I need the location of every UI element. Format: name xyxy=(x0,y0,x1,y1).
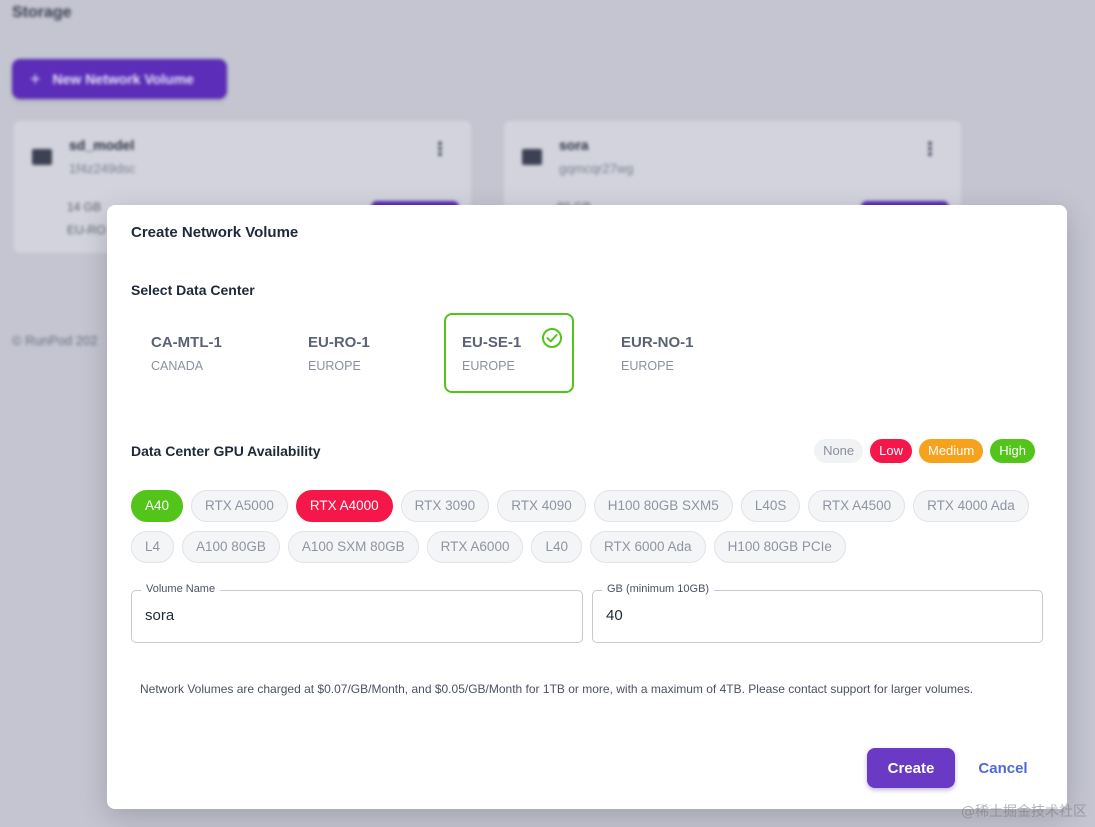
new-network-volume-button[interactable]: + New Network Volume xyxy=(12,59,227,99)
volume-card-id: 1f4z249dsc xyxy=(69,161,136,176)
volume-card-id: gqmcqr27wg xyxy=(559,161,634,176)
gpu-chip-rtx-a6000: RTX A6000 xyxy=(426,531,524,563)
pricing-note: Network Volumes are charged at $0.07/GB/… xyxy=(140,682,974,696)
new-network-volume-label: New Network Volume xyxy=(52,71,194,87)
gpu-chip-rtx-a4500: RTX A4500 xyxy=(808,490,906,522)
volume-name-field: Volume Name xyxy=(131,583,583,643)
data-center-option-eu-se-1[interactable]: EU-SE-1 EUROPE xyxy=(444,313,574,393)
volume-card-name: sd_model xyxy=(69,137,135,153)
plus-icon: + xyxy=(30,68,41,89)
volume-card-name: sora xyxy=(559,137,589,153)
gpu-chip-a100-80gb: A100 80GB xyxy=(182,531,280,563)
data-center-option-eur-no-1[interactable]: EUR-NO-1 EUROPE xyxy=(603,313,733,393)
more-vertical-icon[interactable]: ⋮ xyxy=(921,139,939,160)
gpu-chip-l4: L4 xyxy=(131,531,175,563)
gpu-chip-h100-80gb-sxm5: H100 80GB SXM5 xyxy=(593,490,733,522)
check-circle-icon xyxy=(542,328,562,348)
gpu-chip-rtx-3090: RTX 3090 xyxy=(400,490,490,522)
volume-name-label: Volume Name xyxy=(141,583,221,595)
cancel-button[interactable]: Cancel xyxy=(969,748,1037,788)
gpu-chip-a40: A40 xyxy=(131,490,184,522)
data-center-code: EU-RO-1 xyxy=(308,334,370,351)
data-center-code: CA-MTL-1 xyxy=(151,334,222,351)
folder-icon xyxy=(522,149,542,165)
gpu-chip-l40: L40 xyxy=(531,531,582,563)
gpu-chip-rtx-4000-ada: RTX 4000 Ada xyxy=(913,490,1029,522)
data-center-region: EUROPE xyxy=(308,359,361,373)
page-title: Storage xyxy=(12,4,72,21)
gpu-chip-rtx-a5000: RTX A5000 xyxy=(191,490,288,522)
legend-medium: Medium xyxy=(919,439,984,463)
volume-card-location: EU-RO xyxy=(67,223,106,237)
data-center-region: EUROPE xyxy=(621,359,674,373)
volume-size-field: GB (minimum 10GB) xyxy=(592,583,1043,643)
data-center-region: EUROPE xyxy=(462,359,515,373)
create-button[interactable]: Create xyxy=(867,748,955,788)
gpu-chip-rtx-a4000: RTX A4000 xyxy=(295,490,393,522)
more-vertical-icon[interactable]: ⋮ xyxy=(431,139,449,160)
legend-low: Low xyxy=(870,439,912,463)
gpu-chip-h100-80gb-pcie: H100 80GB PCIe xyxy=(713,531,846,563)
availability-legend: None Low Medium High xyxy=(814,439,1035,463)
watermark: @稀土掘金技术社区 xyxy=(961,804,1087,820)
data-center-code: EU-SE-1 xyxy=(462,334,522,351)
gpu-list-row-1: A40 RTX A5000 RTX A4000 RTX 3090 RTX 409… xyxy=(131,490,1029,522)
gpu-chip-rtx-4090: RTX 4090 xyxy=(497,490,586,522)
volume-size-label: GB (minimum 10GB) xyxy=(602,583,715,595)
data-center-option-eu-ro-1[interactable]: EU-RO-1 EUROPE xyxy=(290,313,420,393)
volume-card-size: 14 GB xyxy=(67,200,102,214)
legend-none: None xyxy=(814,439,864,463)
gpu-chip-l40s: L40S xyxy=(740,490,801,522)
folder-icon xyxy=(32,149,52,165)
volume-name-input[interactable] xyxy=(145,607,565,624)
select-data-center-heading: Select Data Center xyxy=(131,282,255,298)
dialog-title: Create Network Volume xyxy=(131,224,299,241)
data-center-region: CANADA xyxy=(151,359,204,373)
gpu-availability-heading: Data Center GPU Availability xyxy=(131,443,321,459)
volume-size-input[interactable] xyxy=(606,607,1026,624)
gpu-list-row-2: L4 A100 80GB A100 SXM 80GB RTX A6000 L40… xyxy=(131,531,846,563)
create-network-volume-dialog: Create Network Volume Select Data Center… xyxy=(107,205,1067,809)
data-center-code: EUR-NO-1 xyxy=(621,334,694,351)
gpu-chip-a100-sxm-80gb: A100 SXM 80GB xyxy=(287,531,419,563)
footer-copyright: © RunPod 202 xyxy=(12,333,98,348)
data-center-option-ca-mtl-1[interactable]: CA-MTL-1 CANADA xyxy=(133,313,263,393)
gpu-chip-rtx-6000-ada: RTX 6000 Ada xyxy=(590,531,706,563)
legend-high: High xyxy=(990,439,1035,463)
